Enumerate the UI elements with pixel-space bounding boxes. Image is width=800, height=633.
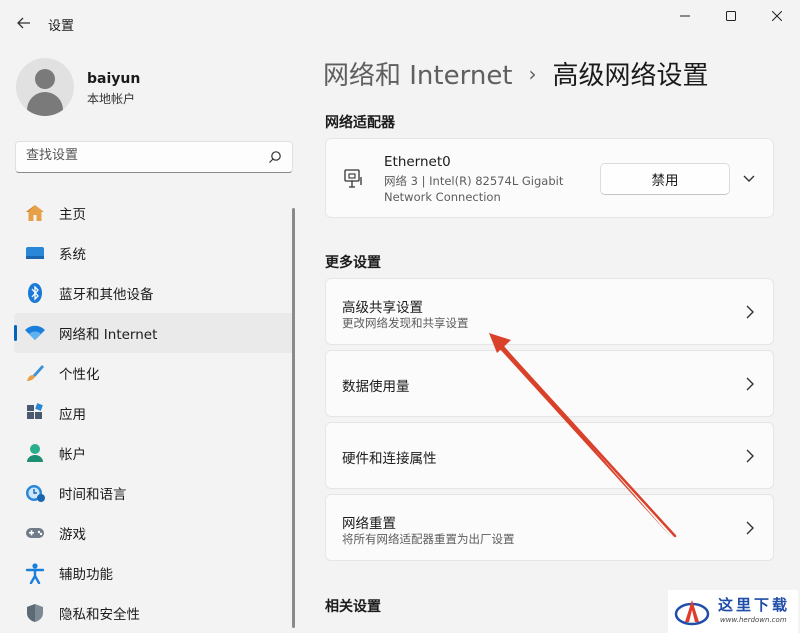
minimize-icon: [680, 15, 690, 17]
watermark-logo-icon: [674, 600, 710, 626]
minimize-button[interactable]: [662, 0, 708, 32]
sidebar-item-time-language[interactable]: 时间和语言: [14, 473, 294, 513]
sidebar-item-bluetooth[interactable]: 蓝牙和其他设备: [14, 273, 294, 313]
sidebar-item-accounts[interactable]: 帐户: [14, 433, 294, 473]
search-box[interactable]: [15, 141, 293, 173]
advanced-sharing-settings-card[interactable]: 高级共享设置 更改网络发现和共享设置: [325, 278, 774, 345]
sidebar-item-apps[interactable]: 应用: [14, 393, 294, 433]
title-bar: 设置: [0, 0, 800, 44]
gamepad-icon: [24, 523, 46, 543]
chevron-down-icon: [743, 175, 755, 182]
sidebar-item-network[interactable]: 网络和 Internet: [14, 313, 294, 353]
back-button[interactable]: [10, 10, 38, 36]
adapter-description: 网络 3 | Intel(R) 82574L Gigabit Network C…: [384, 174, 564, 204]
avatar[interactable]: [16, 58, 74, 116]
section-title-adapters: 网络适配器: [325, 115, 395, 131]
card-title: 硬件和连接属性: [342, 451, 437, 467]
expand-adapter-button[interactable]: [740, 171, 758, 187]
sidebar-item-system[interactable]: 系统: [14, 233, 294, 273]
wifi-icon: [24, 323, 46, 343]
watermark-url: www.herdown.com: [720, 616, 787, 624]
brush-icon: [24, 363, 46, 383]
chevron-right-icon: [746, 377, 754, 390]
card-title: 高级共享设置: [342, 300, 423, 316]
sidebar-scrollbar[interactable]: [292, 208, 295, 628]
chevron-right-icon: [746, 521, 754, 534]
close-icon: [772, 11, 782, 21]
chevron-right-icon: [746, 449, 754, 462]
adapter-card[interactable]: Ethernet0 网络 3 | Intel(R) 82574L Gigabit…: [325, 138, 774, 218]
sidebar-item-personalization[interactable]: 个性化: [14, 353, 294, 393]
section-title-related-settings: 相关设置: [325, 599, 381, 615]
search-input[interactable]: [26, 148, 256, 163]
network-reset-card[interactable]: 网络重置 将所有网络适配器重置为出厂设置: [325, 494, 774, 561]
page-title: 高级网络设置: [552, 61, 709, 91]
sidebar-item-accessibility[interactable]: 辅助功能: [14, 553, 294, 593]
maximize-icon: [726, 11, 736, 21]
search-icon[interactable]: [268, 150, 282, 164]
system-icon: [24, 243, 46, 263]
shield-icon: [24, 603, 46, 623]
card-title: 数据使用量: [342, 379, 410, 395]
account-icon: [24, 443, 46, 463]
card-title: 网络重置: [342, 516, 396, 532]
ethernet-icon: [344, 169, 362, 188]
card-subtitle: 更改网络发现和共享设置: [342, 316, 469, 330]
sidebar-item-gaming[interactable]: 游戏: [14, 513, 294, 553]
account-type: 本地帐户: [87, 92, 136, 106]
data-usage-card[interactable]: 数据使用量: [325, 350, 774, 417]
chevron-right-icon: [746, 305, 754, 318]
home-icon: [24, 203, 46, 223]
section-title-more-settings: 更多设置: [325, 255, 381, 271]
bluetooth-icon: [24, 283, 46, 303]
hardware-connection-properties-card[interactable]: 硬件和连接属性: [325, 422, 774, 489]
user-name: baiyun: [87, 71, 141, 87]
breadcrumb: 网络和 Internet › 高级网络设置: [323, 55, 709, 92]
apps-icon: [24, 403, 46, 423]
breadcrumb-parent[interactable]: 网络和 Internet: [323, 61, 513, 91]
watermark: 这里下载 www.herdown.com: [668, 590, 798, 633]
app-title: 设置: [48, 19, 75, 34]
breadcrumb-separator: ›: [528, 62, 537, 86]
maximize-button[interactable]: [708, 0, 754, 32]
card-subtitle: 将所有网络适配器重置为出厂设置: [342, 532, 515, 546]
disable-adapter-button[interactable]: 禁用: [600, 163, 730, 195]
back-arrow-icon: [17, 17, 30, 29]
time-language-icon: [24, 483, 46, 503]
sidebar-item-privacy[interactable]: 隐私和安全性: [14, 593, 294, 633]
adapter-name: Ethernet0: [384, 154, 451, 170]
accessibility-icon: [24, 563, 46, 584]
sidebar-item-home[interactable]: 主页: [14, 193, 294, 233]
watermark-text: 这里下载: [718, 596, 791, 614]
sidebar-nav: 主页 系统 蓝牙和其他设备 网络和 Internet 个性化 应用 帐户 时间和…: [14, 193, 294, 633]
close-button[interactable]: [754, 0, 800, 32]
